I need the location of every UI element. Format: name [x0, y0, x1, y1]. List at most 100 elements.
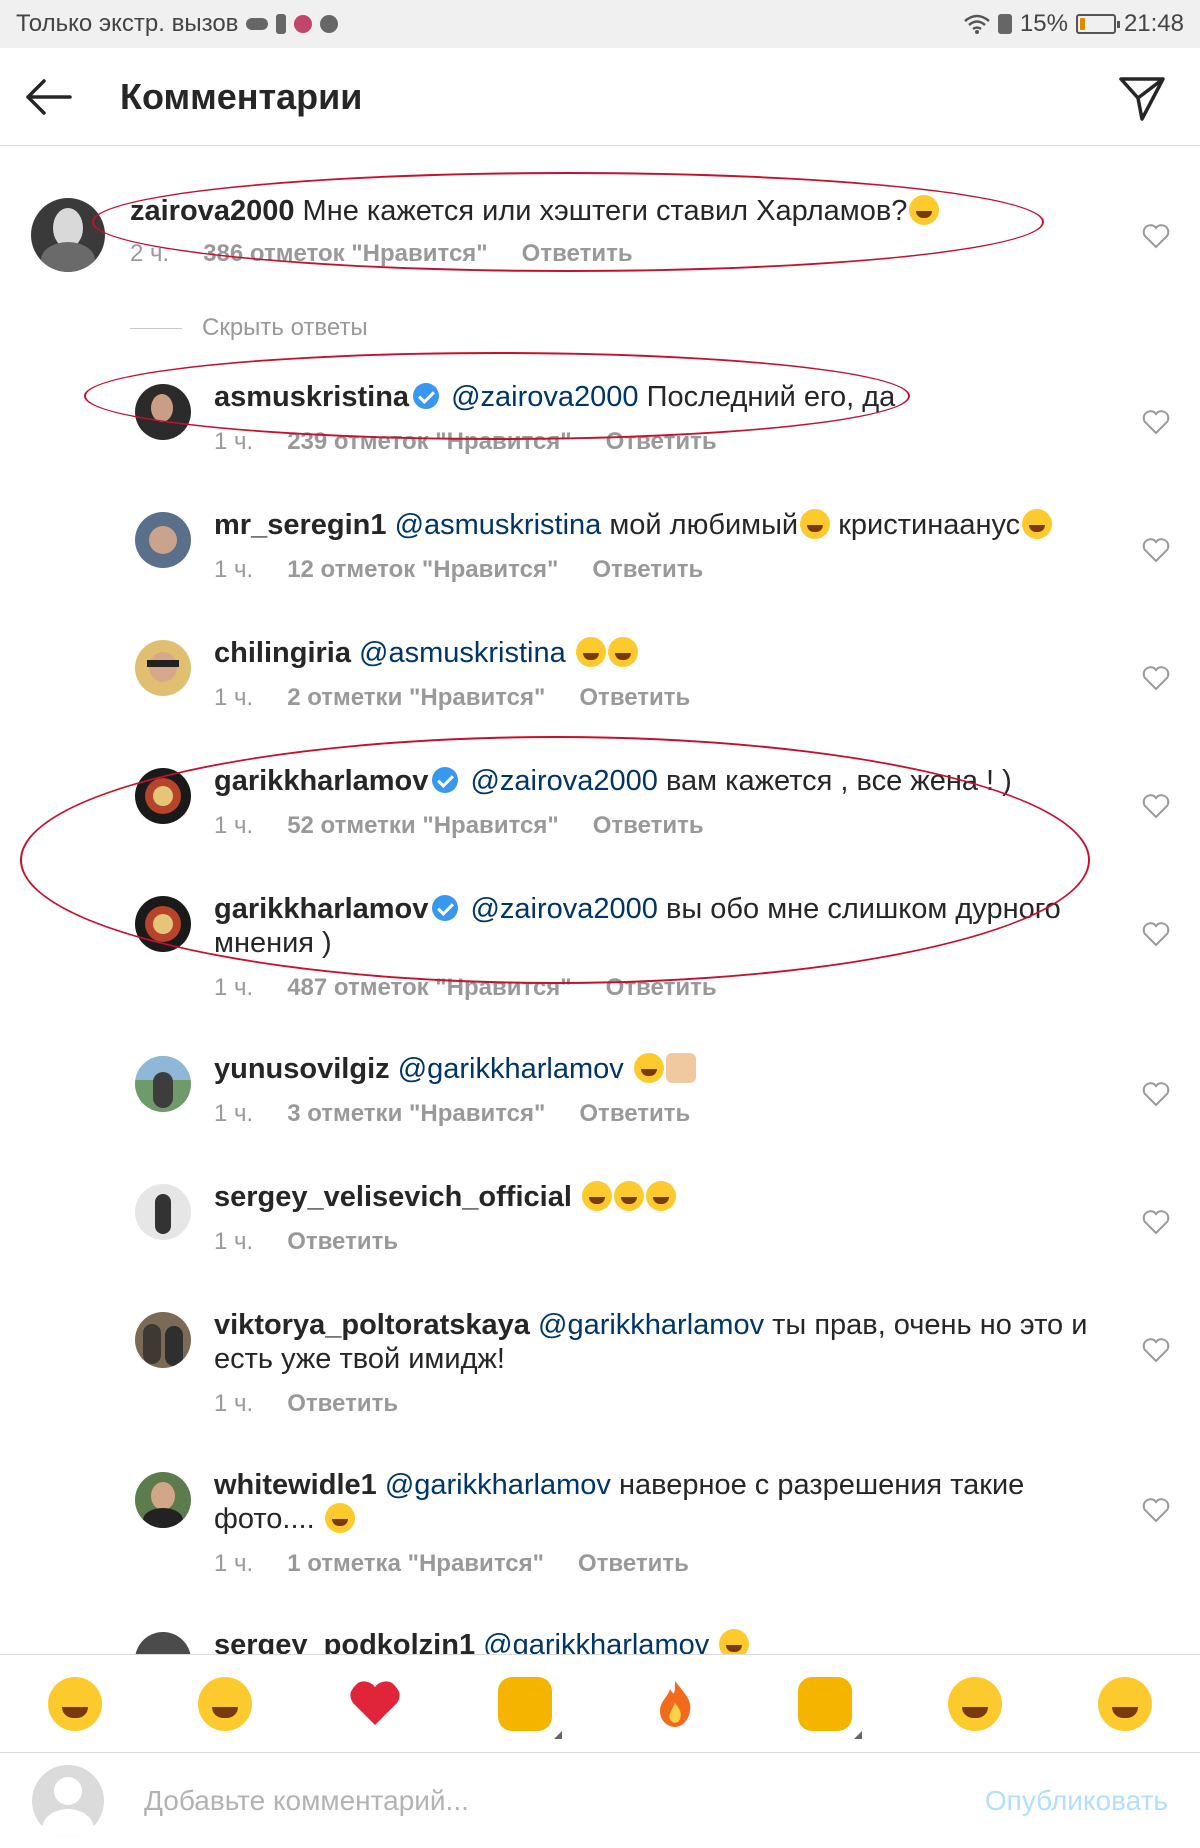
likes-count[interactable]: 1 отметка "Нравится": [287, 1550, 544, 1578]
reply-item: mr_seregin1 @asmuskristina мой любимый к…: [0, 502, 1200, 622]
reply-text: asmuskristina @zairova2000 Последний его…: [214, 380, 1094, 414]
heart-icon[interactable]: [1142, 222, 1170, 250]
status-bar: Только экстр. вызов 15% 21:48: [0, 0, 1200, 48]
comment-input[interactable]: [144, 1784, 944, 1817]
username[interactable]: sergey_podkolzin1: [214, 1629, 475, 1654]
comment-list[interactable]: zairova2000 Мне кажется или хэштеги став…: [0, 146, 1200, 1654]
likes-count[interactable]: 239 отметок "Нравится": [287, 428, 571, 456]
heart-icon[interactable]: [1142, 536, 1170, 564]
likes-count[interactable]: 12 отметок "Нравится": [287, 556, 558, 584]
likes-count[interactable]: 52 отметки "Нравится": [287, 812, 559, 840]
reply-button[interactable]: Ответить: [579, 684, 690, 712]
app-notification-icon: [294, 15, 313, 33]
mention-link[interactable]: @garikkharlamov: [483, 1629, 709, 1654]
reply-text: viktorya_poltoratskaya @garikkharlamov т…: [214, 1308, 1094, 1376]
username[interactable]: sergey_velisevich_official: [214, 1181, 572, 1213]
heart-icon[interactable]: [1142, 792, 1170, 820]
mention-link[interactable]: @garikkharlamov: [398, 1053, 624, 1085]
reply-button[interactable]: Ответить: [593, 812, 704, 840]
comment-meta: 1 ч. 12 отметок "Нравится" Ответить: [214, 556, 703, 584]
reply-button[interactable]: Ответить: [579, 1100, 690, 1128]
heart-icon[interactable]: [1142, 1336, 1170, 1364]
avatar[interactable]: [135, 512, 191, 568]
likes-count[interactable]: 386 отметок "Нравится": [203, 240, 487, 268]
reply-button[interactable]: Ответить: [606, 974, 717, 1002]
reply-item: whitewidle1 @garikkharlamov наверное с р…: [0, 1462, 1200, 1612]
avatar[interactable]: [135, 896, 191, 952]
share-button[interactable]: [1114, 70, 1170, 126]
reply-button[interactable]: Ответить: [578, 1550, 689, 1578]
heart-icon[interactable]: [1142, 1496, 1170, 1524]
tears-of-joy-emoji-icon: [645, 1181, 676, 1211]
reply-button[interactable]: Ответить: [606, 428, 717, 456]
reply-button[interactable]: Ответить: [592, 556, 703, 584]
avatar[interactable]: [135, 1056, 191, 1112]
back-button[interactable]: [0, 48, 96, 146]
grinning-sweat-emoji-icon: [909, 195, 940, 225]
hide-replies-toggle[interactable]: Скрыть ответы: [130, 314, 368, 342]
username[interactable]: mr_seregin1: [214, 509, 387, 541]
username[interactable]: garikkharlamov: [214, 893, 428, 925]
likes-count[interactable]: 3 отметки "Нравится": [287, 1100, 545, 1128]
likes-count[interactable]: 487 отметок "Нравится": [287, 974, 571, 1002]
tears-of-joy-emoji-icon: [575, 637, 606, 667]
tears-of-joy-icon[interactable]: [48, 1676, 102, 1731]
battery-alert-icon: [997, 14, 1012, 34]
heart-eyes-icon[interactable]: [1098, 1676, 1152, 1731]
avatar[interactable]: [135, 384, 191, 440]
timestamp: 1 ч.: [214, 1550, 254, 1577]
username[interactable]: viktorya_poltoratskaya: [214, 1309, 530, 1341]
mention-link[interactable]: @garikkharlamov: [385, 1469, 611, 1501]
avatar[interactable]: [135, 1312, 191, 1368]
avatar[interactable]: [135, 768, 191, 824]
comment-meta: 1 ч. 3 отметки "Нравится" Ответить: [214, 1100, 690, 1128]
hide-replies-label: Скрыть ответы: [202, 314, 368, 341]
avatar[interactable]: [135, 1184, 191, 1240]
avatar[interactable]: [135, 1472, 191, 1528]
avatar[interactable]: [135, 640, 191, 696]
reply-item: viktorya_poltoratskaya @garikkharlamov т…: [0, 1302, 1200, 1452]
reply-item: garikkharlamov @zairova2000 вы обо мне с…: [0, 886, 1200, 1036]
avatar[interactable]: [31, 198, 105, 272]
mention-link[interactable]: @asmuskristina: [359, 637, 566, 669]
avatar[interactable]: [135, 1632, 191, 1654]
grinning-sweat-icon[interactable]: [198, 1676, 252, 1731]
mention-link[interactable]: @asmuskristina: [395, 509, 602, 541]
clapping-hands-icon[interactable]: [798, 1676, 862, 1739]
heart-icon[interactable]: [1142, 1208, 1170, 1236]
red-heart-icon[interactable]: [348, 1677, 402, 1731]
publish-button[interactable]: Опубликовать: [985, 1785, 1168, 1817]
mention-link[interactable]: @zairova2000: [470, 893, 657, 925]
fire-icon[interactable]: [648, 1677, 702, 1731]
comment-meta: 1 ч. 487 отметок "Нравится" Ответить: [214, 974, 717, 1002]
username[interactable]: yunusovilgiz: [214, 1053, 390, 1085]
heart-icon[interactable]: [1142, 664, 1170, 692]
heart-icon[interactable]: [1142, 1080, 1170, 1108]
comment-meta: 1 ч. 52 отметки "Нравится" Ответить: [214, 812, 704, 840]
reply-button[interactable]: Ответить: [522, 240, 633, 268]
heart-icon[interactable]: [1142, 920, 1170, 948]
heart-icon[interactable]: [1142, 408, 1170, 436]
mention-link[interactable]: @zairova2000: [470, 765, 657, 797]
username[interactable]: chilingiria: [214, 637, 351, 669]
verified-badge-icon: [413, 383, 440, 409]
likes-count[interactable]: 2 отметки "Нравится": [287, 684, 545, 712]
reply-item: yunusovilgiz @garikkharlamov 1 ч. 3 отме…: [0, 1046, 1200, 1166]
username[interactable]: whitewidle1: [214, 1469, 377, 1501]
wifi-icon: [964, 14, 990, 34]
reply-button[interactable]: Ответить: [287, 1228, 398, 1256]
username[interactable]: asmuskristina: [214, 381, 409, 413]
timestamp: 1 ч.: [214, 812, 254, 839]
timestamp: 1 ч.: [214, 684, 254, 711]
mention-link[interactable]: @zairova2000: [451, 381, 638, 413]
reply-button[interactable]: Ответить: [287, 1390, 398, 1418]
timestamp: 1 ч.: [214, 1390, 254, 1417]
username[interactable]: garikkharlamov: [214, 765, 428, 797]
username[interactable]: zairova2000: [130, 195, 294, 227]
reply-item: asmuskristina @zairova2000 Последний его…: [0, 374, 1200, 494]
mention-link[interactable]: @garikkharlamov: [538, 1309, 764, 1341]
crying-face-icon[interactable]: [948, 1676, 1002, 1731]
status-right: 15% 21:48: [964, 10, 1184, 38]
raising-hands-icon[interactable]: [498, 1676, 562, 1739]
reply-item: sergey_velisevich_official 1 ч. Ответить: [0, 1174, 1200, 1294]
